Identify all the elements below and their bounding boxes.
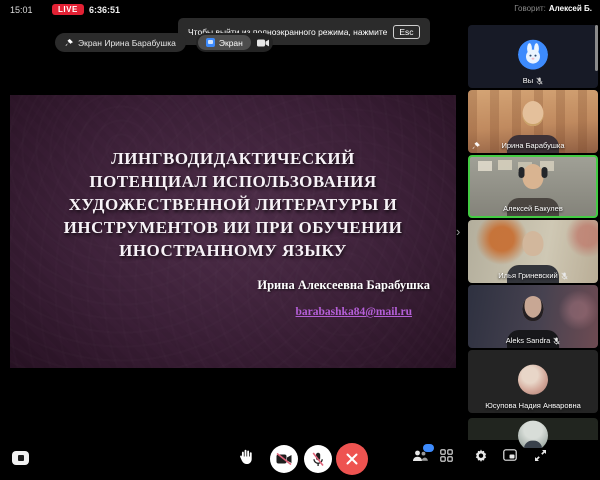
stage-controls: Экран Ирина Барабушка Экран bbox=[55, 33, 273, 52]
participant-name: Вы bbox=[523, 76, 533, 85]
shared-screen-slide: ЛИНГВОДИДАКТИЧЕСКИЙ ПОТЕНЦИАЛ ИСПОЛЬЗОВА… bbox=[10, 95, 456, 368]
slide-author: Ирина Алексеевна Барабушка bbox=[10, 278, 456, 293]
pinned-screen-pill[interactable]: Экран Ирина Барабушка bbox=[55, 33, 186, 52]
pip-button[interactable] bbox=[503, 449, 517, 461]
active-speaker-indicator: Говорит:Алексей Б. bbox=[514, 4, 592, 13]
participant-avatar bbox=[518, 420, 548, 448]
participant-name: Илья Гриневский bbox=[498, 271, 557, 280]
slide-title-line: ЛИНГВОДИДАКТИЧЕСКИЙ bbox=[10, 147, 456, 170]
elapsed-timer: 6:36:51 bbox=[89, 5, 120, 15]
participant-video bbox=[503, 101, 563, 145]
muted-mic-icon bbox=[561, 272, 568, 280]
sidebar-scrollbar[interactable] bbox=[595, 25, 598, 71]
speaking-name: Алексей Б. bbox=[549, 4, 592, 13]
video-call-window: 15:01 LIVE 6:36:51 Говорит:Алексей Б. Чт… bbox=[0, 0, 600, 480]
close-icon bbox=[346, 453, 358, 465]
participant-tile-aleks-sandra[interactable]: Aleks Sandra bbox=[468, 285, 598, 348]
grid-view-button[interactable] bbox=[440, 449, 453, 462]
raise-hand-button[interactable] bbox=[238, 449, 253, 465]
slide-title: ЛИНГВОДИДАКТИЧЕСКИЙ ПОТЕНЦИАЛ ИСПОЛЬЗОВА… bbox=[10, 147, 456, 262]
tab-screen-label: Экран bbox=[219, 38, 243, 48]
bottom-toolbar bbox=[0, 440, 600, 480]
pin-icon bbox=[65, 39, 73, 47]
slide-title-line: ИНОСТРАННОМУ ЯЗЫКУ bbox=[10, 239, 456, 262]
speaking-prefix: Говорит: bbox=[514, 4, 546, 13]
tab-camera[interactable] bbox=[255, 39, 271, 47]
slide-title-line: ХУДОЖЕСТВЕННОЙ ЛИТЕРАТУРЫ И bbox=[10, 193, 456, 216]
esc-key-badge: Esc bbox=[393, 25, 419, 39]
participant-name: Aleks Sandra bbox=[506, 336, 551, 345]
expand-arrows-icon bbox=[534, 449, 547, 462]
miniplayer-button[interactable] bbox=[12, 451, 29, 465]
live-badge: LIVE bbox=[52, 4, 84, 15]
view-switcher: Экран bbox=[196, 33, 273, 52]
camera-icon bbox=[257, 39, 269, 47]
end-call-button[interactable] bbox=[336, 443, 368, 475]
picture-in-picture-icon bbox=[503, 449, 517, 461]
raised-hand-icon bbox=[238, 449, 253, 465]
muted-mic-icon bbox=[536, 77, 543, 85]
participant-video bbox=[503, 231, 563, 275]
participant-name: Ирина Барабушка bbox=[501, 141, 564, 150]
settings-button[interactable] bbox=[474, 449, 488, 463]
fullscreen-button[interactable] bbox=[534, 449, 547, 462]
participant-name: Юсупова Надия Анваровна bbox=[485, 401, 581, 410]
tab-screen[interactable]: Экран bbox=[198, 35, 251, 50]
mic-off-icon bbox=[312, 452, 324, 467]
slide-email-row: barabashka84@mail.ru bbox=[10, 302, 456, 320]
participant-name: Алексей Бакулев bbox=[503, 204, 563, 213]
slide-email-link[interactable]: barabashka84@mail.ru bbox=[296, 306, 412, 318]
participant-tile-you[interactable]: Вы bbox=[468, 25, 598, 88]
participant-video bbox=[503, 164, 563, 208]
participant-tile-irina[interactable]: Ирина Барабушка bbox=[468, 90, 598, 153]
sidebar-collapse-chevron-icon[interactable]: › bbox=[456, 224, 460, 239]
mic-toggle-button[interactable] bbox=[304, 445, 332, 473]
gear-icon bbox=[474, 449, 488, 463]
slide-title-line: ИНСТРУМЕНТОВ ИИ ПРИ ОБУЧЕНИИ bbox=[10, 216, 456, 239]
pinned-screen-label: Экран Ирина Барабушка bbox=[78, 38, 176, 48]
grid-icon bbox=[440, 449, 453, 462]
participants-count-badge bbox=[423, 444, 434, 452]
slide-title-line: ПОТЕНЦИАЛ ИСПОЛЬЗОВАНИЯ bbox=[10, 170, 456, 193]
monitor-icon bbox=[206, 38, 215, 47]
participant-avatar bbox=[518, 364, 548, 394]
muted-mic-icon bbox=[553, 337, 560, 345]
participant-video bbox=[503, 296, 563, 340]
system-clock: 15:01 bbox=[10, 5, 33, 15]
bunny-avatar-icon bbox=[518, 39, 548, 69]
participant-tile-yusupova[interactable]: Юсупова Надия Анваровна bbox=[468, 350, 598, 413]
participant-tile-ilya[interactable]: Илья Гриневский bbox=[468, 220, 598, 283]
participants-button[interactable] bbox=[412, 449, 428, 462]
participant-tile-aleksey[interactable]: Алексей Бакулев bbox=[468, 155, 598, 218]
camera-off-icon bbox=[276, 453, 292, 465]
camera-toggle-button[interactable] bbox=[270, 445, 298, 473]
